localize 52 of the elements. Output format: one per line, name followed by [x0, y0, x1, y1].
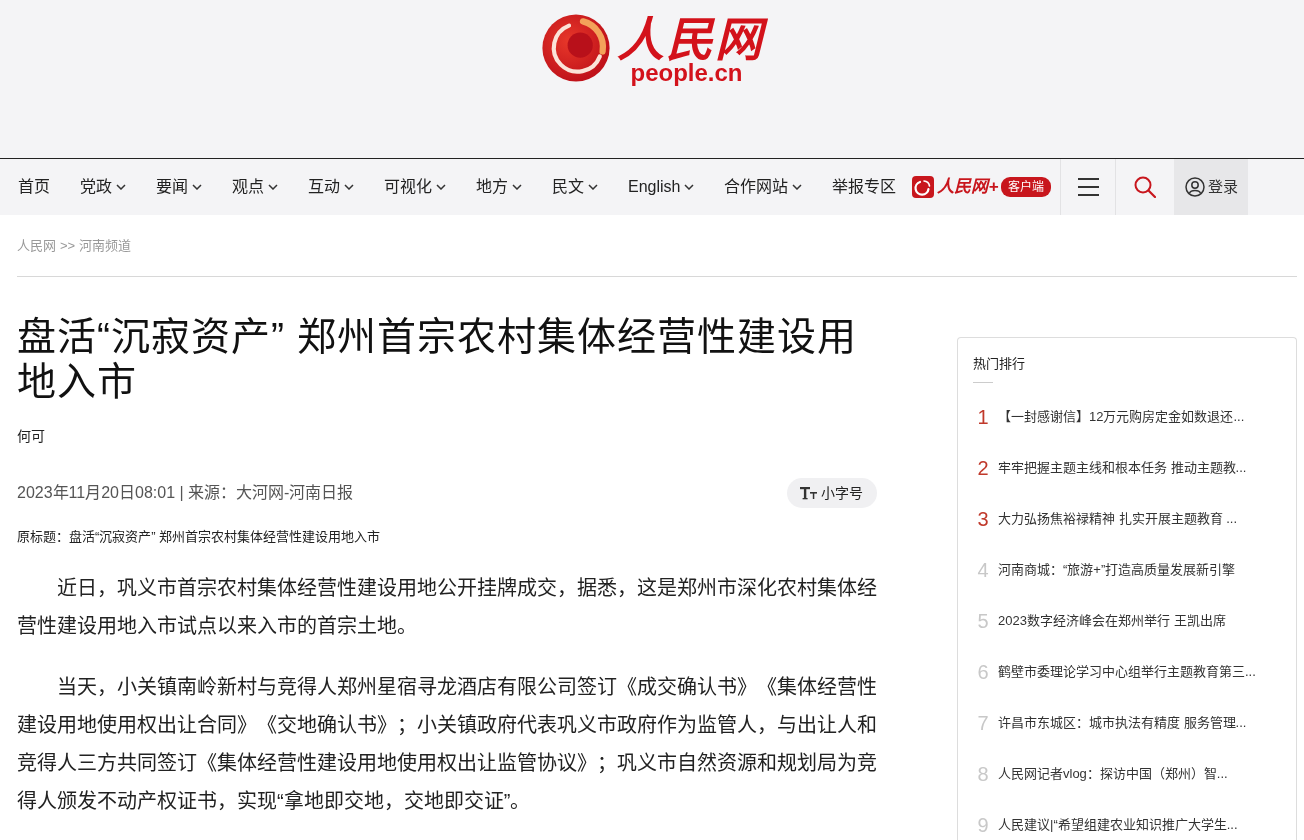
app-badge[interactable]: 客户端: [1001, 177, 1052, 197]
search-icon[interactable]: [1134, 176, 1157, 198]
source-link[interactable]: 大河网-河南日报: [236, 481, 354, 505]
news-link[interactable]: 牢牢把握主题主线和根本任务 推动主题教...: [998, 457, 1247, 478]
app-name[interactable]: 人民网+: [937, 174, 999, 200]
chevron-down-icon: [192, 184, 202, 190]
font-size-button[interactable]: 小字号: [787, 478, 877, 508]
nav-link[interactable]: 民文: [552, 175, 598, 199]
chevron-down-icon: [512, 184, 522, 190]
nav-link[interactable]: 首页: [18, 175, 50, 199]
rank-number: 3: [976, 508, 990, 529]
chevron-down-icon: [588, 184, 598, 190]
article-title: 盘活“沉寂资产” 郑州首宗农村集体经营性建设用地入市: [17, 314, 858, 404]
chevron-down-icon: [116, 184, 126, 190]
nav-link[interactable]: 党政: [80, 175, 126, 199]
nav-link[interactable]: 合作网站: [724, 175, 803, 199]
chevron-down-icon: [684, 184, 695, 190]
news-link[interactable]: 鹤壁市委理论学习中心组举行主题教育第三...: [998, 661, 1256, 682]
text-size-icon: [800, 486, 817, 500]
nav-link[interactable]: 互动: [308, 175, 354, 199]
breadcrumb-separator: >>: [60, 237, 76, 256]
chevron-down-icon: [344, 184, 354, 190]
nav-link[interactable]: 地方: [476, 175, 522, 199]
news-link[interactable]: 河南商城：“旅游+”打造高质量发展新引擎: [998, 559, 1236, 580]
author-name: 何可: [17, 427, 46, 446]
chevron-down-icon: [436, 184, 446, 190]
logo-domain[interactable]: people.cn: [616, 61, 764, 85]
logo-icon[interactable]: [540, 12, 611, 84]
app-icon[interactable]: [912, 176, 935, 198]
original-title: 原标题：盘活“沉寂资产” 郑州首宗农村集体经营性建设用地入市: [17, 528, 382, 546]
news-link[interactable]: 2023数字经济峰会在郑州举行 王凯出席: [998, 610, 1226, 631]
chevron-down-icon: [792, 184, 803, 190]
chevron-down-icon: [268, 184, 278, 190]
nav-link[interactable]: English: [628, 175, 695, 199]
nav-link[interactable]: 观点: [232, 175, 278, 199]
article-paragraph: 近日，巩义市首宗农村集体经营性建设用地公开挂牌成交，据悉，这是郑州市深化农村集体经营性建设用地入市试点以来入市的首宗土地。: [17, 575, 877, 639]
news-link[interactable]: 【一封感谢信】12万元购房定金如数退还...: [998, 406, 1245, 427]
news-link[interactable]: 人民建议|“希望组建农业知识推广大学生...: [998, 814, 1238, 835]
news-link[interactable]: 人民网记者vlog：探访中国（郑州）智...: [998, 763, 1228, 784]
publish-info: 2023年11月20日08:01 | 来源：: [17, 483, 237, 503]
nav-link[interactable]: 要闻: [156, 175, 202, 199]
news-link[interactable]: 许昌市东城区：城市执法有精度 服务管理...: [998, 712, 1247, 733]
rank-number: 1: [976, 406, 990, 427]
nav-link[interactable]: 可视化: [384, 175, 446, 199]
rank-number: 2: [976, 457, 990, 478]
panel-title: 热门排行: [973, 355, 1026, 373]
article-paragraph: 当天，小关镇南岭新村与竞得人郑州星宿寻龙酒店有限公司签订《成交确认书》《集体经营性建设用地使用权出让合同》《交地确认书》；小关镇政府代表巩义市政府作为监管人，与出让人和竞得人三方共同签订《集体经营性建设用地使用权出让监管协议》；巩义市自然资源和规划局为竞得人颁发不动产权证书，实现“拿地即交地，交地即交证”。: [17, 674, 877, 814]
login-button[interactable]: 登录: [1174, 159, 1249, 215]
nav-link[interactable]: 举报专区: [832, 175, 897, 199]
news-link[interactable]: 大力弘扬焦裕禄精神 扎实开展主题教育 ...: [998, 508, 1238, 529]
user-icon: [1184, 177, 1205, 197]
menu-icon[interactable]: [1077, 178, 1099, 196]
